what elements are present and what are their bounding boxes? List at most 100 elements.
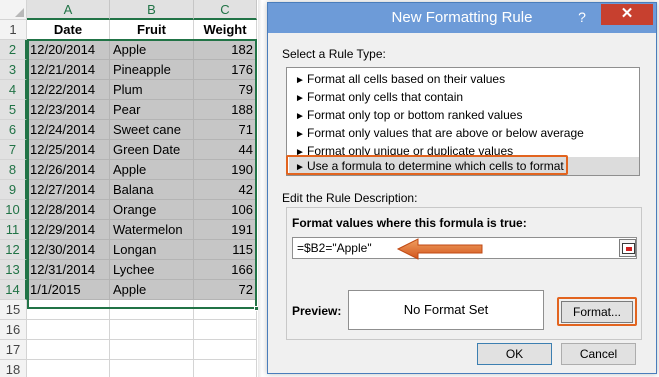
weight-cell[interactable]: 190 bbox=[194, 160, 257, 180]
fruit-cell[interactable]: Orange bbox=[110, 200, 194, 220]
rule-type-item[interactable]: ► Format only top or bottom ranked values bbox=[289, 106, 639, 124]
sheet-edge bbox=[258, 0, 262, 377]
row-header[interactable]: 14 bbox=[0, 280, 27, 300]
row-header[interactable]: 13 bbox=[0, 260, 27, 280]
row-header[interactable]: 18 bbox=[0, 360, 27, 377]
weight-cell[interactable]: 44 bbox=[194, 140, 257, 160]
date-cell[interactable]: 12/27/2014 bbox=[27, 180, 110, 200]
fruit-cell[interactable]: Green Date bbox=[110, 140, 194, 160]
select-rule-type-label: Select a Rule Type: bbox=[282, 47, 386, 61]
empty-cell[interactable] bbox=[110, 320, 194, 340]
rule-type-item[interactable]: ► Format only values that are above or be… bbox=[289, 124, 639, 142]
date-cell[interactable]: 12/25/2014 bbox=[27, 140, 110, 160]
date-cell[interactable]: 12/24/2014 bbox=[27, 120, 110, 140]
row-header[interactable]: 6 bbox=[0, 120, 27, 140]
format-preview: No Format Set bbox=[348, 290, 544, 330]
row-header[interactable]: 10 bbox=[0, 200, 27, 220]
date-cell[interactable]: 12/20/2014 bbox=[27, 40, 110, 60]
fruit-cell[interactable]: Plum bbox=[110, 80, 194, 100]
fruit-cell[interactable]: Apple bbox=[110, 40, 194, 60]
rule-type-list[interactable]: ► Format all cells based on their values … bbox=[286, 67, 640, 176]
weight-cell[interactable]: 79 bbox=[194, 80, 257, 100]
empty-cell[interactable] bbox=[27, 360, 110, 377]
spreadsheet: A B C 1 2 3 4 5 6 7 8 9 10 11 12 13 14 1… bbox=[0, 0, 262, 377]
empty-cell[interactable] bbox=[194, 320, 257, 340]
help-button[interactable]: ? bbox=[572, 7, 592, 27]
fruit-cell[interactable]: Pear bbox=[110, 100, 194, 120]
row-header[interactable]: 12 bbox=[0, 240, 27, 260]
weight-cell[interactable]: 176 bbox=[194, 60, 257, 80]
rule-type-label: Format all cells based on their values bbox=[307, 72, 506, 86]
row-header[interactable]: 5 bbox=[0, 100, 27, 120]
fruit-cell[interactable]: Balana bbox=[110, 180, 194, 200]
row-header[interactable]: 16 bbox=[0, 320, 27, 340]
dialog-title-bar[interactable]: New Formatting Rule ? ✕ bbox=[268, 3, 656, 33]
header-cell-fruit[interactable]: Fruit bbox=[110, 20, 194, 40]
rule-type-item[interactable]: ► Format only cells that contain bbox=[289, 88, 639, 106]
weight-cell[interactable]: 182 bbox=[194, 40, 257, 60]
new-formatting-rule-dialog: New Formatting Rule ? ✕ Select a Rule Ty… bbox=[267, 2, 657, 374]
date-cell[interactable]: 12/23/2014 bbox=[27, 100, 110, 120]
cancel-button[interactable]: Cancel bbox=[561, 343, 636, 365]
pointer-arrow-icon bbox=[396, 238, 483, 260]
rule-type-label: Format only unique or duplicate values bbox=[307, 144, 514, 158]
rule-type-item-selected[interactable]: ► Use a formula to determine which cells … bbox=[289, 157, 639, 175]
empty-cell[interactable] bbox=[110, 300, 194, 320]
row-header[interactable]: 11 bbox=[0, 220, 27, 240]
empty-cell[interactable] bbox=[27, 320, 110, 340]
ok-button[interactable]: OK bbox=[477, 343, 552, 365]
date-cell[interactable]: 12/30/2014 bbox=[27, 240, 110, 260]
empty-cell[interactable] bbox=[194, 360, 257, 377]
row-header[interactable]: 7 bbox=[0, 140, 27, 160]
row-header[interactable]: 4 bbox=[0, 80, 27, 100]
column-header-a[interactable]: A bbox=[27, 0, 110, 20]
fruit-cell[interactable]: Apple bbox=[110, 160, 194, 180]
row-header[interactable]: 9 bbox=[0, 180, 27, 200]
empty-cell[interactable] bbox=[194, 340, 257, 360]
date-cell[interactable]: 12/28/2014 bbox=[27, 200, 110, 220]
weight-cell[interactable]: 191 bbox=[194, 220, 257, 240]
weight-cell[interactable]: 71 bbox=[194, 120, 257, 140]
date-cell[interactable]: 1/1/2015 bbox=[27, 280, 110, 300]
format-button[interactable]: Format... bbox=[561, 301, 633, 323]
empty-cell[interactable] bbox=[27, 300, 110, 320]
weight-cell[interactable]: 115 bbox=[194, 240, 257, 260]
range-collapse-icon[interactable] bbox=[619, 239, 636, 257]
column-header-c[interactable]: C bbox=[194, 0, 257, 20]
weight-cell[interactable]: 106 bbox=[194, 200, 257, 220]
row-header[interactable]: 15 bbox=[0, 300, 27, 320]
empty-cell[interactable] bbox=[27, 340, 110, 360]
date-cell[interactable]: 12/29/2014 bbox=[27, 220, 110, 240]
fruit-cell[interactable]: Sweet cane bbox=[110, 120, 194, 140]
date-cell[interactable]: 12/26/2014 bbox=[27, 160, 110, 180]
fruit-cell[interactable]: Longan bbox=[110, 240, 194, 260]
arrow-right-icon: ► bbox=[295, 162, 305, 173]
row-header[interactable]: 8 bbox=[0, 160, 27, 180]
dialog-title: New Formatting Rule bbox=[391, 9, 533, 26]
weight-cell[interactable]: 166 bbox=[194, 260, 257, 280]
fruit-cell[interactable]: Apple bbox=[110, 280, 194, 300]
row-header[interactable]: 3 bbox=[0, 60, 27, 80]
select-all-corner[interactable] bbox=[0, 0, 27, 20]
rule-type-item[interactable]: ► Format all cells based on their values bbox=[289, 70, 639, 88]
row-header[interactable]: 1 bbox=[0, 20, 27, 40]
empty-cell[interactable] bbox=[110, 360, 194, 377]
date-cell[interactable]: 12/21/2014 bbox=[27, 60, 110, 80]
close-button[interactable]: ✕ bbox=[601, 4, 653, 25]
weight-cell[interactable]: 188 bbox=[194, 100, 257, 120]
rule-type-label: Format only values that are above or bel… bbox=[307, 126, 584, 140]
empty-cell[interactable] bbox=[110, 340, 194, 360]
fruit-cell[interactable]: Watermelon bbox=[110, 220, 194, 240]
weight-cell[interactable]: 72 bbox=[194, 280, 257, 300]
column-header-b[interactable]: B bbox=[110, 0, 194, 20]
header-cell-date[interactable]: Date bbox=[27, 20, 110, 40]
header-cell-weight[interactable]: Weight bbox=[194, 20, 257, 40]
fruit-cell[interactable]: Pineapple bbox=[110, 60, 194, 80]
fruit-cell[interactable]: Lychee bbox=[110, 260, 194, 280]
empty-cell[interactable] bbox=[194, 300, 257, 320]
date-cell[interactable]: 12/22/2014 bbox=[27, 80, 110, 100]
row-header[interactable]: 17 bbox=[0, 340, 27, 360]
date-cell[interactable]: 12/31/2014 bbox=[27, 260, 110, 280]
weight-cell[interactable]: 42 bbox=[194, 180, 257, 200]
row-header[interactable]: 2 bbox=[0, 40, 27, 60]
